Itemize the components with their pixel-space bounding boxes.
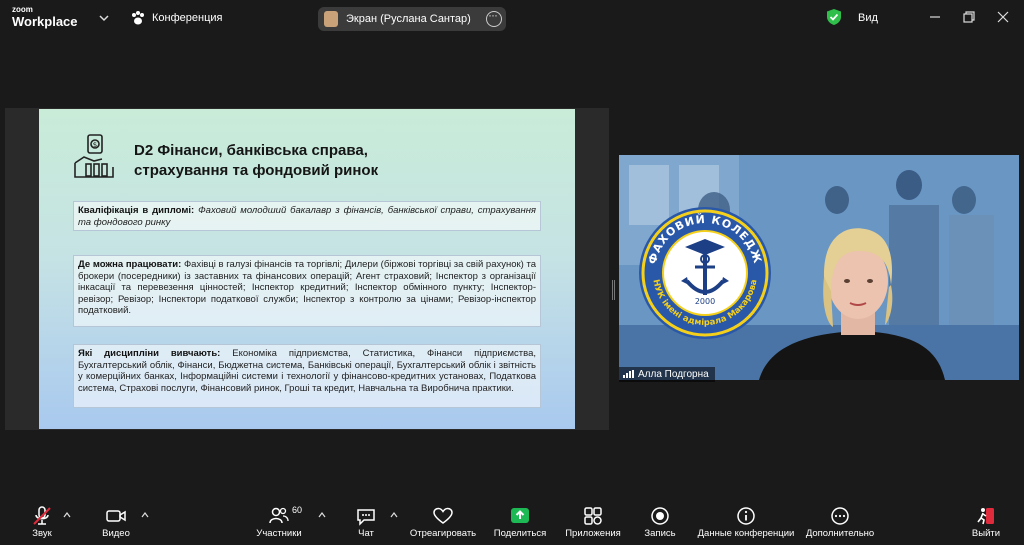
record-button[interactable]: Запись (640, 497, 680, 545)
apps-label: Приложения (565, 528, 621, 539)
work-heading: Де можна працювати: (78, 259, 182, 270)
share-label: Поделиться (493, 528, 547, 539)
speaker-video-tile[interactable]: ФАХОВИЙ КОЛЕДЖ НУК імені адмірала Макаро… (619, 155, 1019, 380)
meeting-info-label: Данные конференции (697, 528, 795, 539)
more-options-icon[interactable] (486, 8, 502, 27)
video-button[interactable]: Видео (94, 497, 138, 545)
logo-line-2: Workplace (12, 14, 78, 29)
leave-button[interactable]: Выйти (966, 497, 1006, 545)
record-icon (651, 507, 669, 525)
speaker-name-label: Алла Подгорна (619, 367, 715, 382)
split-resize-handle[interactable] (612, 280, 615, 300)
qualification-box: Кваліфікація в дипломі: Фаховий молодший… (73, 201, 541, 231)
info-icon (737, 507, 755, 525)
participants-options-caret-icon[interactable] (318, 511, 326, 519)
share-button[interactable]: Поделиться (488, 497, 552, 545)
logo-line-1: zoom (12, 5, 33, 14)
audio-options-caret-icon[interactable] (63, 511, 71, 519)
heart-icon (433, 507, 453, 524)
more-icon (831, 507, 849, 525)
meeting-label: Конференция (152, 12, 223, 24)
chat-button[interactable]: Чат (346, 497, 386, 545)
react-button[interactable]: Отреагировать (406, 497, 480, 545)
zoom-workplace-logo: zoom Workplace (12, 5, 78, 29)
disciplines-heading: Які дисципліни вивчають: (78, 348, 221, 359)
chat-icon (357, 509, 375, 526)
signal-bars-icon (623, 370, 634, 379)
participants-label: Участники (256, 528, 302, 539)
screen-share-indicator[interactable]: Экран (Руслана Сантар) (318, 7, 506, 31)
paw-icon (132, 11, 144, 25)
apps-button[interactable]: Приложения (560, 497, 626, 545)
react-label: Отреагировать (409, 528, 477, 539)
chevron-down-icon[interactable] (98, 12, 110, 24)
video-label: Видео (102, 528, 130, 539)
more-label: Дополнительно (805, 528, 875, 539)
svg-text:ФАХОВИЙ КОЛЕДЖ: ФАХОВИЙ КОЛЕДЖ (646, 213, 765, 266)
meeting-toolbar: Звук Видео Участники 60 Чат Отреагироват… (0, 497, 1024, 545)
meeting-info-button[interactable]: Данные конференции (694, 497, 798, 545)
finance-icon: $ (74, 134, 114, 178)
more-button[interactable]: Дополнительно (802, 497, 878, 545)
audio-label: Звук (32, 528, 52, 539)
slide-title: D2 Фінанси, банківська справа, страхуван… (134, 141, 434, 181)
security-shield-icon[interactable] (826, 8, 842, 26)
college-year: 2000 (695, 297, 715, 306)
title-bar: zoom Workplace Конференция Экран (Руслан… (0, 0, 1024, 36)
video-options-caret-icon[interactable] (141, 511, 149, 519)
participants-count: 60 (292, 505, 303, 515)
restore-icon[interactable] (962, 10, 976, 24)
record-label: Запись (644, 528, 676, 539)
slide-title-line-2: страхування та фондовий ринок (134, 162, 379, 179)
microphone-muted-icon (33, 506, 51, 525)
college-emblem-text: ФАХОВИЙ КОЛЕДЖ НУК імені адмірала Макаро… (646, 213, 765, 328)
minimize-icon[interactable] (928, 10, 942, 24)
leave-icon (977, 508, 994, 525)
audio-button[interactable]: Звук (20, 497, 64, 545)
chat-options-caret-icon[interactable] (390, 511, 398, 519)
camera-icon (106, 510, 126, 522)
leave-label: Выйти (971, 528, 1001, 539)
screen-share-label: Экран (Руслана Сантар) (346, 13, 471, 25)
college-name: ФАХОВИЙ КОЛЕДЖ (646, 213, 764, 266)
presentation-slide: $ D2 Фінанси, банківська справа, страхув… (39, 109, 575, 429)
sharer-avatar (324, 11, 338, 27)
slide-title-line-1: D2 Фінанси, банківська справа, (134, 142, 368, 159)
chat-label: Чат (358, 528, 374, 539)
work-box: Де можна працювати: Фахівці в галузі фін… (73, 255, 541, 327)
view-menu-label[interactable]: Вид (858, 12, 878, 24)
svg-text:$: $ (93, 141, 97, 149)
disciplines-box: Які дисципліни вивчають: Економіка підпр… (73, 344, 541, 408)
qualification-heading: Кваліфікація в дипломі: (78, 205, 195, 216)
close-icon[interactable] (996, 10, 1010, 24)
apps-icon (584, 507, 602, 525)
share-screen-icon (511, 508, 529, 523)
speaker-name: Алла Подгорна (638, 369, 709, 380)
participants-icon (269, 507, 289, 524)
